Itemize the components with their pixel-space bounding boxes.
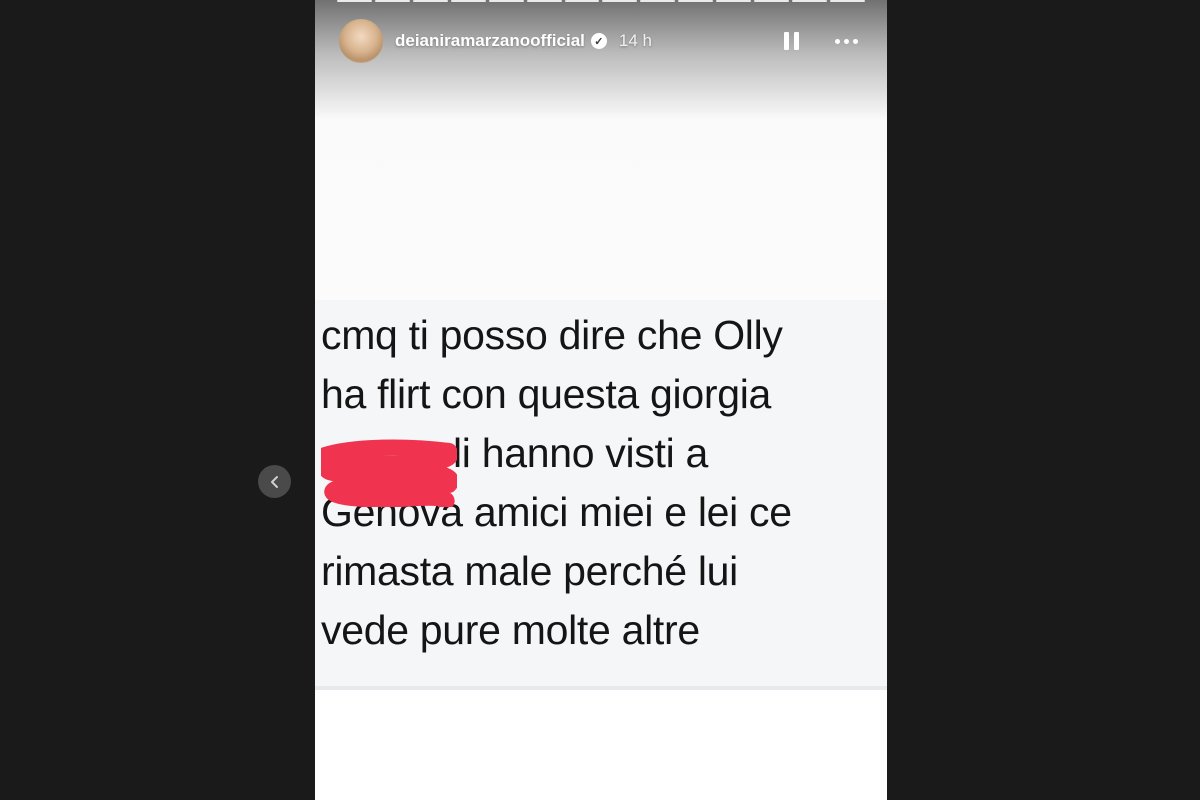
pause-icon [783, 32, 789, 50]
message-line: vede pure molte altre [321, 607, 700, 653]
more-options-icon [834, 38, 840, 44]
progress-segment [564, 0, 600, 2]
progress-segment [450, 0, 486, 2]
more-options-button[interactable] [829, 29, 863, 53]
story-timestamp: 14 h [618, 31, 652, 50]
progress-segment [526, 0, 562, 2]
more-options-icon [843, 38, 849, 44]
message-line: rimasta male perché lui [321, 548, 738, 594]
progress-segment [374, 0, 410, 2]
message-line: ha flirt con questa giorgia [321, 371, 772, 417]
progress-segment [337, 0, 372, 2]
previous-story-button[interactable] [258, 465, 291, 498]
redaction-scribble [321, 439, 457, 507]
progress-segment [640, 0, 676, 2]
progress-segment [716, 0, 752, 2]
story-progress-bar [337, 0, 865, 3]
username-link[interactable]: deianiramarzanoofficial [395, 31, 585, 51]
progress-segment [412, 0, 448, 2]
avatar[interactable] [339, 19, 383, 63]
pause-button[interactable] [779, 29, 803, 53]
story-viewer[interactable]: cmq ti posso dire che Olly ha flirt con … [315, 0, 887, 800]
chevron-left-icon [270, 475, 278, 488]
message-line: cmq ti posso dire che Olly [321, 312, 783, 358]
progress-segment [792, 0, 827, 2]
progress-segment [754, 0, 790, 2]
progress-segment [829, 0, 865, 2]
pause-icon [793, 32, 799, 50]
more-options-icon [852, 38, 858, 44]
story-header: deianiramarzanoofficial ✓ 14 h [339, 18, 863, 64]
progress-segment [678, 0, 714, 2]
progress-segment [602, 0, 638, 2]
verified-badge-icon: ✓ [590, 33, 607, 49]
progress-segment [488, 0, 524, 2]
story-message-text: cmq ti posso dire che Olly ha flirt con … [321, 306, 881, 660]
story-background-bottom [315, 690, 887, 800]
